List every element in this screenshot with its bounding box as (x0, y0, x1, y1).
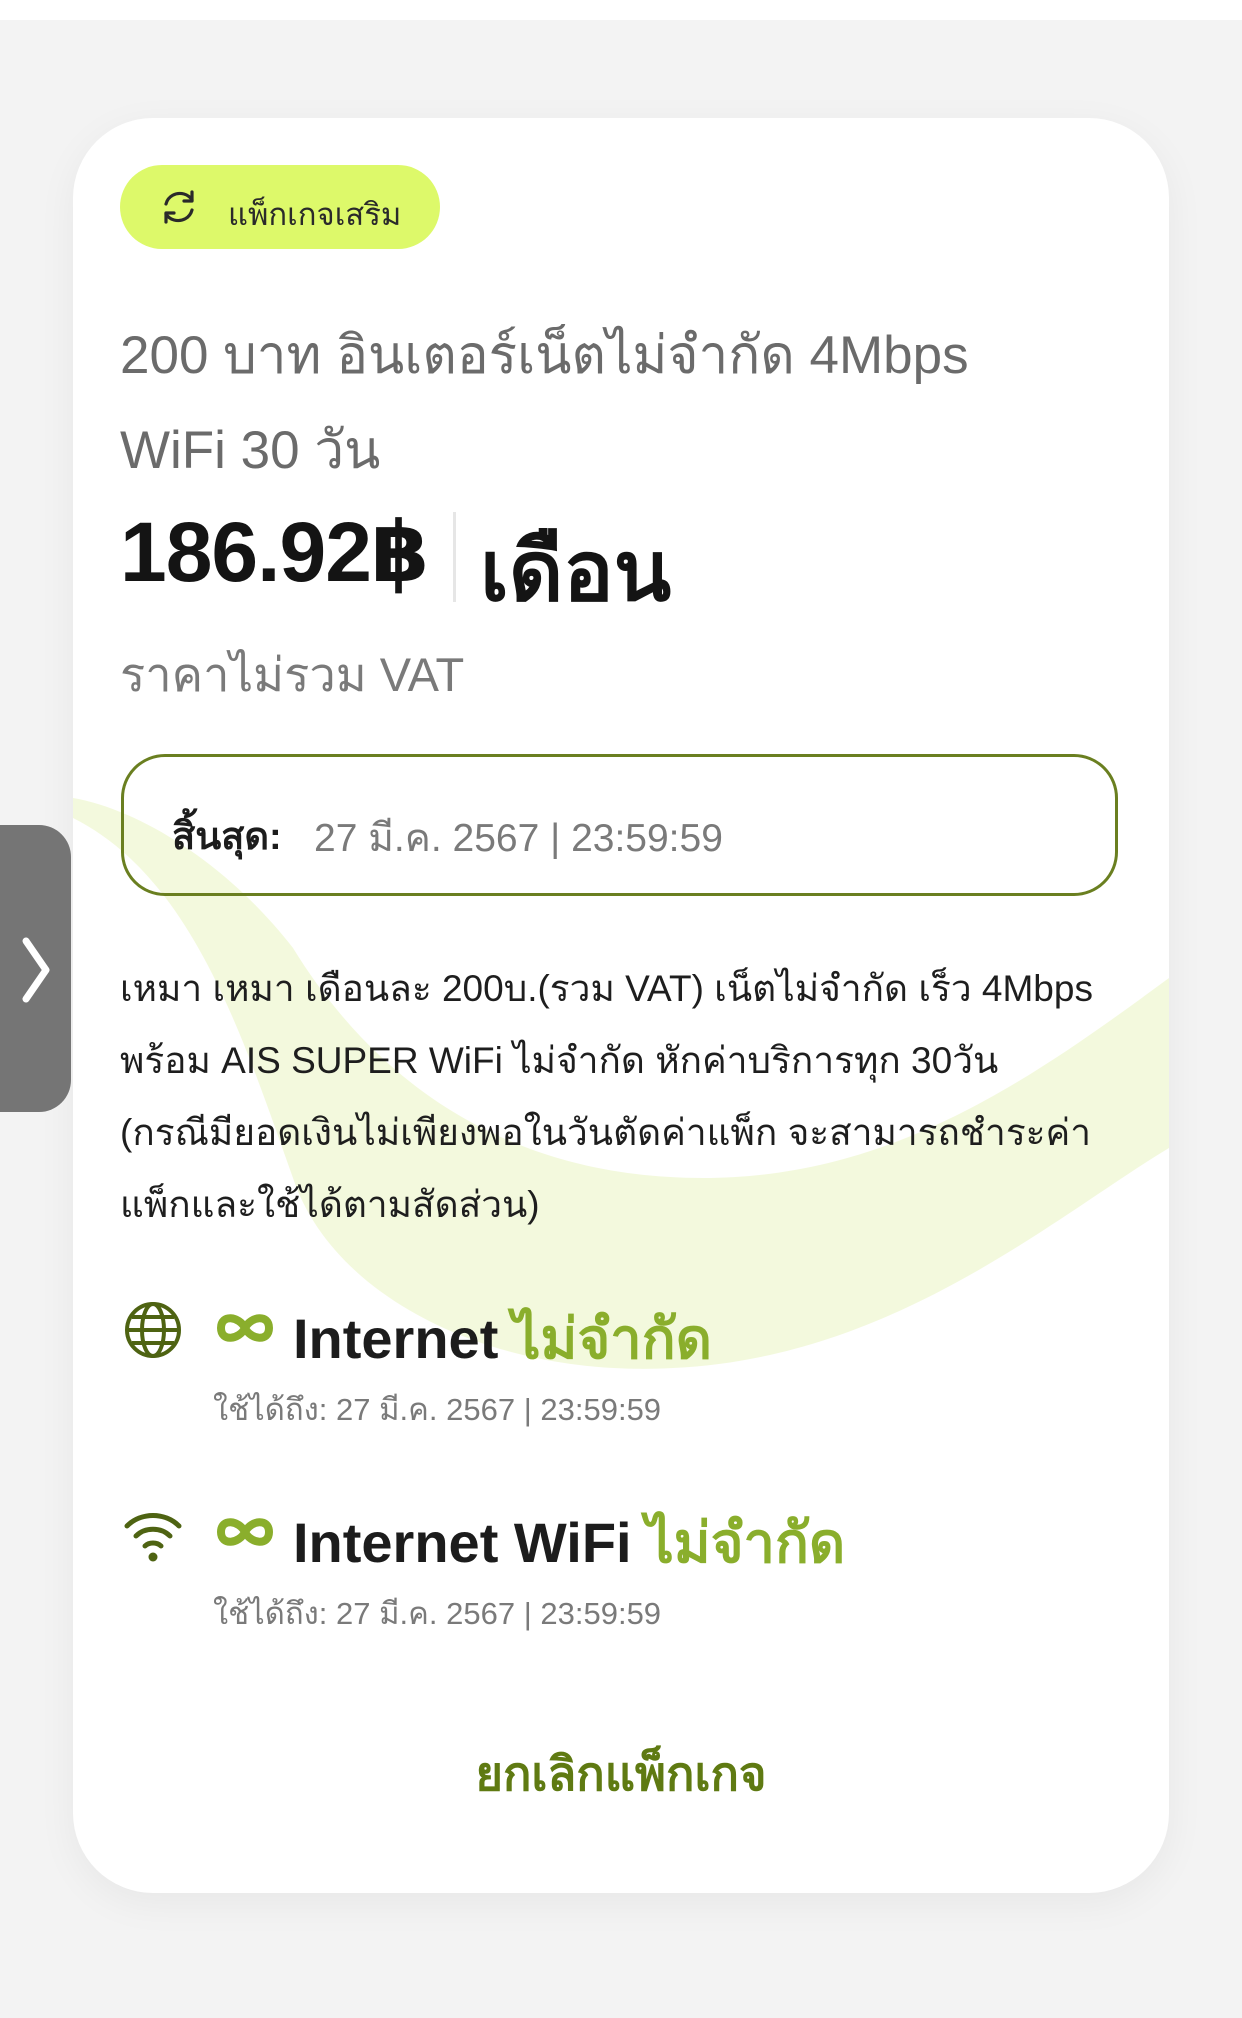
package-card: แพ็กเกจเสริม 200 บาท อินเตอร์เน็ตไม่จำกั… (73, 118, 1169, 1893)
vat-note: ราคาไม่รวม VAT (120, 648, 465, 701)
feature-highlight: ไม่จำกัด (512, 1307, 712, 1370)
feature-name: Internet WiFi ไม่จำกัด (293, 1498, 845, 1587)
chevron-right-icon (22, 937, 50, 1003)
description-line: เหมา เหมา เดือนละ 200บ.(รวม VAT) เน็ตไม่… (120, 968, 1093, 1009)
price-unit: เดือน (480, 524, 672, 618)
cancel-package-button[interactable]: ยกเลิกแพ็กเกจ (73, 1736, 1169, 1811)
feature-internet-wifi: Internet WiFi ไม่จำกัด ใช้ได้ถึง: 27 มี.ค… (73, 1504, 1169, 1654)
price-divider (453, 512, 456, 602)
feature-valid-until: ใช้ได้ถึง: 27 มี.ค. 2567 | 23:59:59 (213, 1596, 662, 1631)
feature-title: Internet WiFi (293, 1511, 632, 1574)
package-title-line-1: 200 บาท อินเตอร์เน็ตไม่จำกัด 4Mbps (120, 326, 969, 385)
expiry-value: 27 มี.ค. 2567 | 23:59:59 (314, 817, 723, 860)
top-bar (0, 0, 1242, 20)
feature-name: Internet ไม่จำกัด (293, 1294, 712, 1383)
feature-valid-until: ใช้ได้ถึง: 27 มี.ค. 2567 | 23:59:59 (213, 1392, 662, 1427)
feature-title: Internet (293, 1307, 499, 1370)
side-panel-toggle[interactable] (0, 825, 71, 1112)
description-line: พร้อม AIS SUPER WiFi ไม่จำกัด หักค่าบริก… (120, 1040, 999, 1081)
infinity-icon (217, 1314, 273, 1342)
package-title-line-2: WiFi 30 วัน (120, 421, 381, 480)
infinity-icon (217, 1518, 273, 1546)
expiry-box: สิ้นสุด: 27 มี.ค. 2567 | 23:59:59 (121, 754, 1118, 896)
package-title: 200 บาท อินเตอร์เน็ตไม่จำกัด 4Mbps WiFi … (120, 308, 1120, 498)
feature-highlight: ไม่จำกัด (645, 1511, 846, 1574)
description-line: แพ็กและใช้ได้ตามสัดส่วน) (120, 1184, 540, 1225)
package-description: เหมา เหมา เดือนละ 200บ.(รวม VAT) เน็ตไม่… (120, 953, 1130, 1241)
wifi-icon (124, 1513, 182, 1562)
expiry-label: สิ้นสุด: (172, 816, 282, 858)
addon-package-badge: แพ็กเกจเสริม (120, 165, 440, 249)
badge-label: แพ็กเกจเสริม (228, 197, 402, 232)
globe-icon (125, 1302, 181, 1358)
description-line: (กรณีมียอดเงินไม่เพียงพอในวันตัดค่าแพ็ก … (120, 1112, 1092, 1153)
refresh-icon (164, 190, 194, 224)
feature-internet: Internet ไม่จำกัด ใช้ได้ถึง: 27 มี.ค. 256… (73, 1300, 1169, 1450)
package-price: 186.92฿ (120, 505, 429, 599)
